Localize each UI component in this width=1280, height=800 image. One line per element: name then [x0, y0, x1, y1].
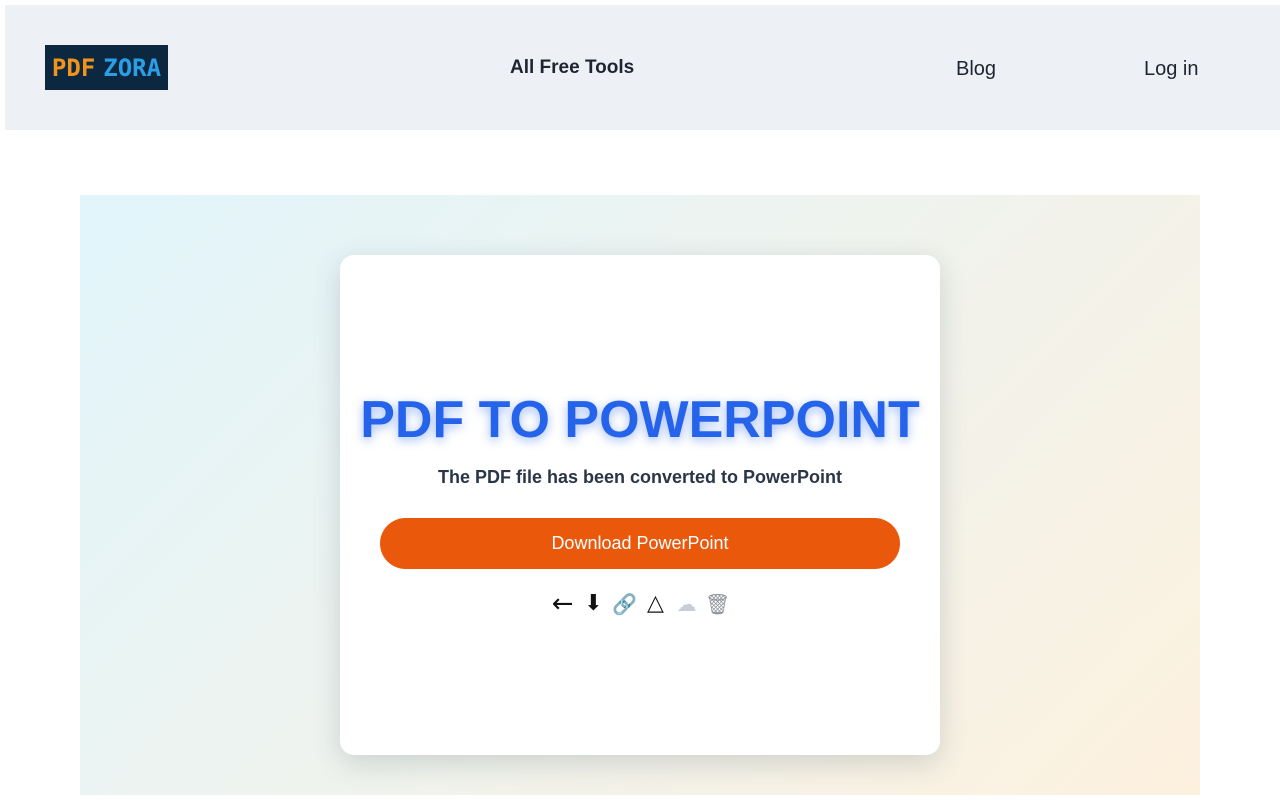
- action-toolbar: ← ⬇ 🔗 △ ☁ 🗑: [340, 589, 940, 619]
- conversion-status-text: The PDF file has been converted to Power…: [437, 467, 843, 487]
- site-header: PDF ZORA All Free Tools Blog Log in: [5, 5, 1280, 130]
- cloud-icon[interactable]: ☁: [674, 590, 699, 618]
- trash-icon[interactable]: 🗑: [705, 590, 730, 618]
- result-card: PDF TO POWERPOINT The PDF file has been …: [340, 255, 940, 755]
- page-title: PDF TO POWERPOINT: [360, 391, 920, 449]
- logo-text-pdf: PDF: [51, 53, 96, 82]
- nav-all-free-tools[interactable]: All Free Tools: [510, 57, 634, 79]
- pdfzora-logo[interactable]: PDF ZORA: [45, 45, 168, 90]
- nav-blog[interactable]: Blog: [956, 58, 996, 81]
- logo-text-zora: ZORA: [103, 53, 162, 82]
- download-icon[interactable]: ⬇: [581, 590, 606, 618]
- link-icon[interactable]: 🔗: [612, 590, 637, 618]
- nav-login[interactable]: Log in: [1144, 58, 1199, 81]
- google-drive-icon[interactable]: △: [643, 590, 668, 618]
- hero-section: PDF TO POWERPOINT The PDF file has been …: [80, 195, 1200, 795]
- download-powerpoint-button[interactable]: Download PowerPoint: [380, 518, 900, 569]
- back-arrow-icon[interactable]: ←: [550, 590, 575, 618]
